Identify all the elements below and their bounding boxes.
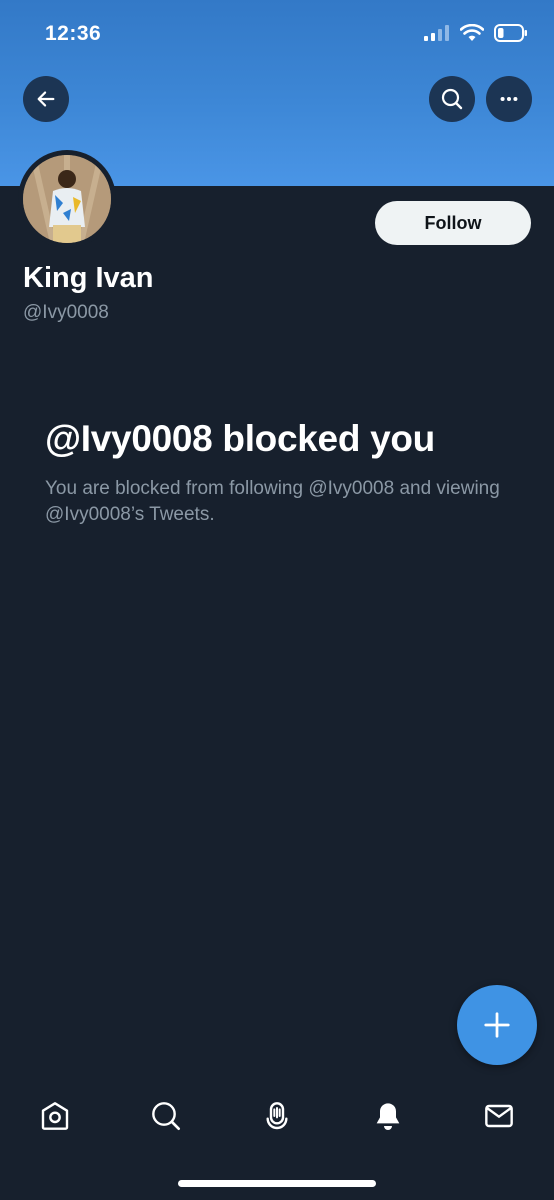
- status-icons: [424, 24, 528, 42]
- messages-icon: [485, 1104, 513, 1128]
- follow-button[interactable]: Follow: [375, 201, 531, 245]
- more-horizontal-icon: [500, 96, 518, 102]
- person-silhouette-icon: [23, 155, 111, 243]
- tab-notifications[interactable]: [360, 1086, 416, 1146]
- home-indicator[interactable]: [178, 1180, 376, 1187]
- back-button[interactable]: [23, 76, 69, 122]
- search-icon: [152, 1102, 180, 1130]
- wifi-icon: [460, 24, 484, 41]
- tab-messages[interactable]: [471, 1086, 527, 1146]
- status-time: 12:36: [45, 22, 102, 45]
- search-button[interactable]: [429, 76, 475, 122]
- profile-handle: @Ivy0008: [23, 302, 109, 323]
- display-name: King Ivan: [23, 262, 154, 294]
- more-options-button[interactable]: [486, 76, 532, 122]
- blocked-description: You are blocked from following @Ivy0008 …: [45, 478, 500, 525]
- tab-search[interactable]: [138, 1086, 194, 1146]
- battery-icon: [494, 24, 527, 42]
- home-icon: [41, 1102, 69, 1130]
- avatar[interactable]: [18, 150, 116, 248]
- arrow-left-icon: [37, 91, 55, 107]
- cellular-signal-icon: [424, 25, 449, 41]
- tab-spaces[interactable]: [249, 1086, 305, 1146]
- blocked-title: @Ivy0008 blocked you: [45, 418, 435, 459]
- notifications-icon: [376, 1103, 400, 1130]
- tab-home[interactable]: [27, 1086, 83, 1146]
- bottom-tab-bar: [0, 1086, 554, 1146]
- compose-tweet-button[interactable]: [457, 985, 537, 1065]
- spaces-icon: [266, 1102, 288, 1130]
- avatar-photo: [23, 155, 111, 243]
- search-icon: [441, 88, 463, 110]
- plus-icon: [484, 1012, 510, 1038]
